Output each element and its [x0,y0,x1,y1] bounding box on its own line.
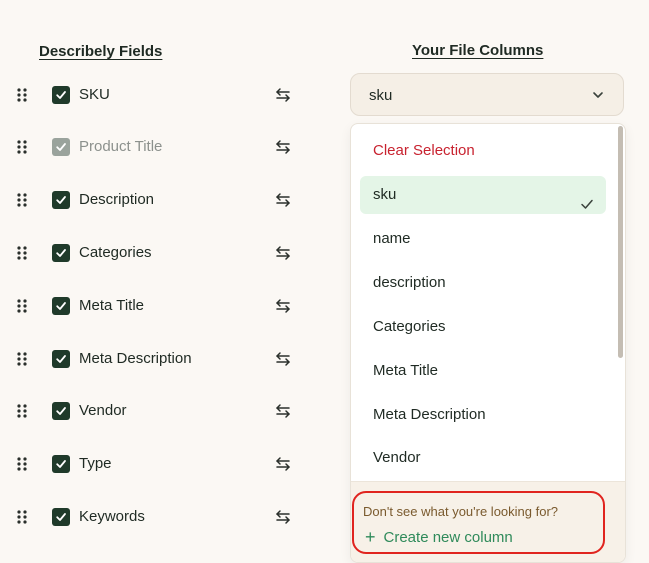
create-new-column-button[interactable]: + Create new column [365,528,513,546]
swap-arrows-icon[interactable] [273,401,293,421]
swap-arrows-icon[interactable] [273,349,293,369]
field-label: Type [79,455,112,472]
field-checkbox[interactable] [52,455,70,473]
field-row: Meta Description [0,344,330,374]
file-column-select-value: sku [369,87,393,104]
dropdown-option-label: sku [373,186,397,203]
drag-handle-icon[interactable] [15,402,29,420]
field-label: Description [79,191,155,208]
field-checkbox[interactable] [52,297,70,315]
dropdown-option-label: Meta Description [373,406,486,423]
field-label: Meta Title [79,297,145,314]
field-checkbox[interactable] [52,244,70,262]
file-column-select[interactable]: sku [350,73,624,116]
drag-handle-icon[interactable] [15,138,29,156]
swap-arrows-icon[interactable] [273,507,293,527]
swap-arrows-icon[interactable] [273,454,293,474]
field-row: Type [0,449,330,479]
clear-selection-option[interactable]: Clear Selection [360,132,606,170]
drag-handle-icon[interactable] [15,508,29,526]
swap-arrows-icon[interactable] [273,137,293,157]
dropdown-option[interactable]: name [360,220,606,258]
field-checkbox[interactable] [52,402,70,420]
field-label: Vendor [79,402,127,419]
field-label: Product Title [79,138,163,155]
drag-handle-icon[interactable] [15,350,29,368]
field-checkbox[interactable] [52,350,70,368]
dropdown-option[interactable]: sku [360,176,606,214]
dropdown-option[interactable]: Meta Description [360,396,606,434]
field-row: Vendor [0,396,330,426]
dropdown-option-label: description [373,274,446,291]
field-checkbox[interactable] [52,191,70,209]
dropdown-option-label: Meta Title [373,362,439,379]
footer-question: Don't see what you're looking for? [363,504,559,519]
column-mapping-page: Describely Fields Your File Columns SKU P… [0,0,649,563]
field-checkbox [52,138,70,156]
file-column-dropdown: Clear Selection sku name description Catego… [350,123,626,563]
dropdown-footer: Don't see what you're looking for? + Cre… [351,481,625,562]
field-row: Product Title [0,132,330,162]
dropdown-option[interactable]: description [360,264,606,302]
dropdown-option-label: Categories [373,318,446,335]
swap-arrows-icon[interactable] [273,243,293,263]
field-row: Meta Title [0,291,330,321]
dropdown-scrollbar[interactable] [618,126,623,358]
describely-fields-header: Describely Fields [39,43,163,60]
dropdown-option-label: Vendor [373,449,421,466]
swap-arrows-icon[interactable] [273,85,293,105]
field-label: Keywords [79,508,145,525]
dropdown-option-label: name [373,230,411,247]
field-checkbox[interactable] [52,508,70,526]
dropdown-option[interactable]: Categories [360,308,606,346]
swap-arrows-icon[interactable] [273,190,293,210]
chevron-down-icon [591,88,605,107]
plus-icon: + [365,527,376,547]
field-label: Meta Description [79,350,192,367]
create-new-column-label: Create new column [383,528,513,546]
swap-arrows-icon[interactable] [273,296,293,316]
field-label: Categories [79,244,152,261]
field-label: SKU [79,86,110,103]
field-row: Description [0,185,330,215]
drag-handle-icon[interactable] [15,86,29,104]
dropdown-option[interactable]: Meta Title [360,352,606,390]
dropdown-option[interactable]: Vendor [360,439,606,477]
drag-handle-icon[interactable] [15,297,29,315]
field-row: Keywords [0,502,330,532]
file-columns-header: Your File Columns [412,42,544,59]
drag-handle-icon[interactable] [15,244,29,262]
field-checkbox[interactable] [52,86,70,104]
field-row: SKU [0,80,330,110]
field-row: Categories [0,238,330,268]
drag-handle-icon[interactable] [15,455,29,473]
drag-handle-icon[interactable] [15,191,29,209]
